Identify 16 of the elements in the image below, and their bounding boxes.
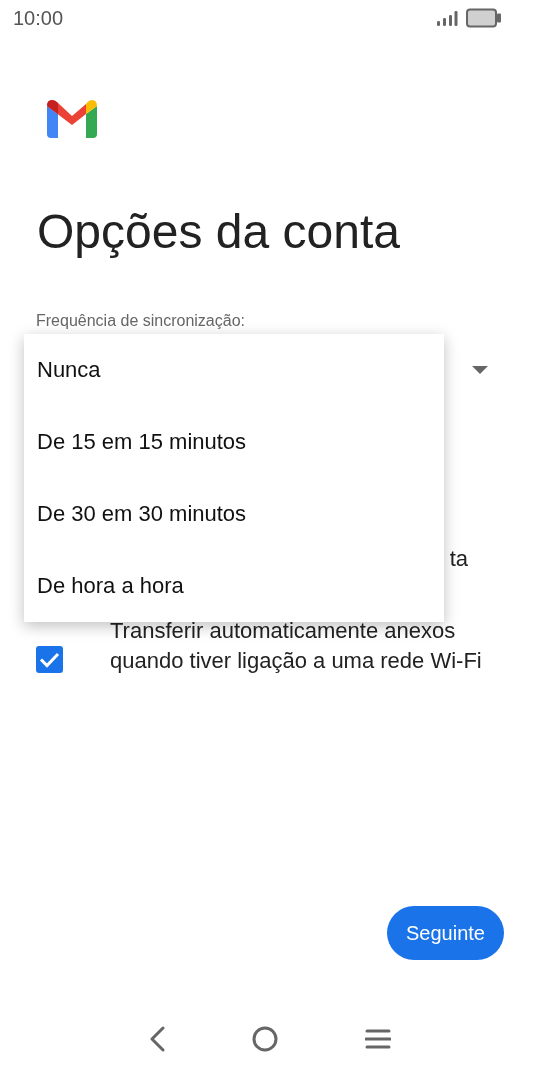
page-title: Opções da conta xyxy=(37,204,401,260)
next-button[interactable]: Seguinte xyxy=(387,906,504,960)
dropdown-caret-icon[interactable] xyxy=(472,365,488,375)
menu-item[interactable]: De 15 em 15 minutos xyxy=(24,406,444,478)
checkbox[interactable] xyxy=(36,646,63,673)
partial-text: ta xyxy=(449,546,468,572)
menu-item[interactable]: De 30 em 30 minutos xyxy=(24,478,444,550)
menu-item[interactable]: Nunca xyxy=(24,334,444,406)
signal-icon xyxy=(436,10,458,26)
back-icon[interactable] xyxy=(148,1026,165,1052)
field-label: Frequência de sincronização: xyxy=(36,312,246,330)
battery-icon xyxy=(466,8,502,28)
status-time: 10:00 xyxy=(13,6,64,30)
menu-icon[interactable] xyxy=(365,1028,392,1050)
mail-logo-icon xyxy=(47,100,97,138)
home-icon[interactable] xyxy=(252,1026,278,1052)
